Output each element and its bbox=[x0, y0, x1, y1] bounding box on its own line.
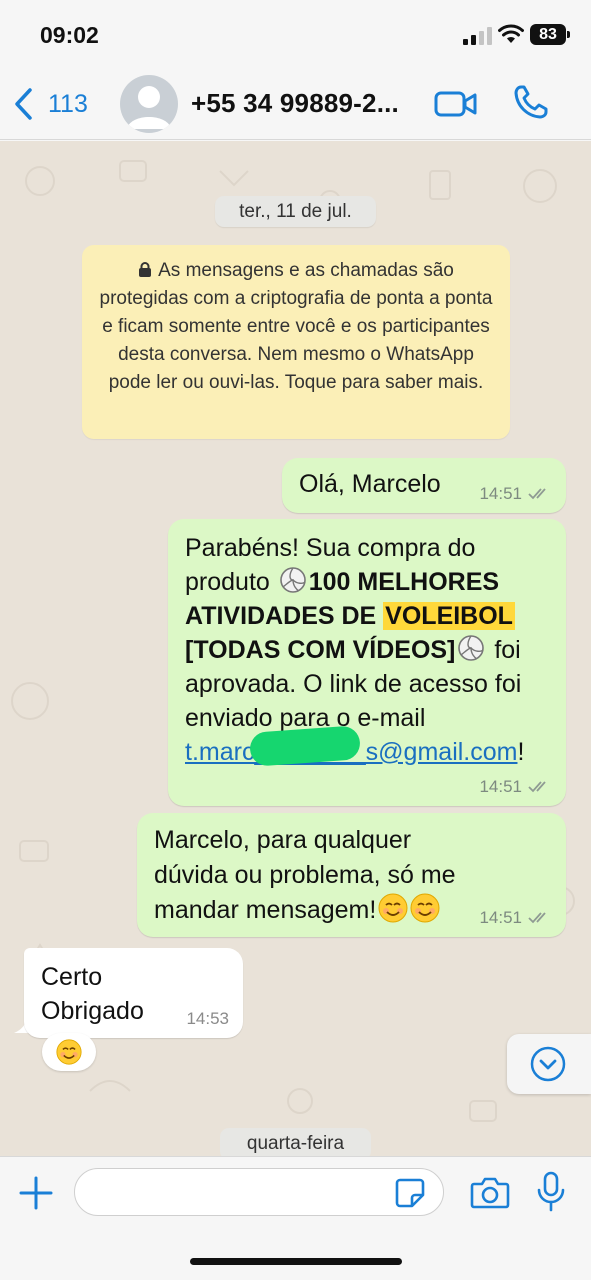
wifi-icon bbox=[498, 24, 524, 43]
phone-icon[interactable] bbox=[513, 84, 549, 120]
message-meta: 14:51 bbox=[479, 777, 552, 797]
battery-indicator: 83 bbox=[530, 24, 570, 45]
volleyball-icon bbox=[279, 567, 306, 593]
clock: 09:02 bbox=[40, 22, 99, 48]
avatar-placeholder-icon bbox=[127, 86, 171, 129]
composer-bar bbox=[0, 1156, 591, 1280]
plus-icon[interactable] bbox=[18, 1175, 54, 1211]
product-name-part: [TODAS COM VÍDEOS] bbox=[185, 636, 456, 664]
message-outgoing[interactable]: Marcelo, para qualquer dúvida ou problem… bbox=[137, 813, 566, 937]
message-meta: 14:51 bbox=[479, 484, 552, 504]
microphone-icon[interactable] bbox=[535, 1171, 567, 1213]
message-time: 14:51 bbox=[479, 908, 522, 927]
message-input[interactable] bbox=[74, 1168, 444, 1216]
message-time: 14:51 bbox=[479, 484, 522, 503]
camera-icon[interactable] bbox=[470, 1175, 510, 1209]
encryption-notice-text: As mensagens e as chamadas são protegida… bbox=[99, 260, 493, 393]
double-check-icon bbox=[528, 781, 546, 793]
scroll-to-bottom-button[interactable] bbox=[507, 1034, 591, 1094]
chat-area[interactable]: ter., 11 de jul. As mensagens e as chama… bbox=[0, 141, 591, 1156]
double-check-icon bbox=[528, 488, 546, 500]
double-check-icon bbox=[528, 912, 546, 924]
date-label: ter., 11 de jul. bbox=[215, 196, 376, 227]
message-outgoing[interactable]: Olá, Marcelo 14:51 bbox=[282, 458, 566, 513]
message-outgoing[interactable]: Parabéns! Sua compra do produto 100 MELH… bbox=[168, 519, 566, 806]
message-time: 14:53 bbox=[186, 1009, 229, 1028]
home-indicator bbox=[190, 1258, 402, 1265]
unread-count: 113 bbox=[48, 89, 88, 118]
message-meta: 14:51 bbox=[479, 908, 552, 928]
message-text: Marcelo, para qualquer dúvida ou problem… bbox=[154, 823, 484, 928]
message-incoming[interactable]: Certo Obrigado 14:53 bbox=[24, 948, 243, 1038]
contact-name[interactable]: +55 34 99889-2... bbox=[191, 88, 399, 119]
video-call-icon[interactable] bbox=[434, 90, 478, 118]
message-time: 14:51 bbox=[479, 777, 522, 796]
message-meta: 14:53 bbox=[186, 1009, 229, 1029]
smiling-face-emoji-icon bbox=[56, 1039, 82, 1065]
message-text-part: ! bbox=[517, 738, 525, 766]
status-bar: 09:02 83 bbox=[0, 0, 591, 70]
back-button[interactable]: 113 bbox=[12, 84, 88, 124]
message-reaction[interactable] bbox=[42, 1033, 96, 1071]
message-text: Certo Obrigado bbox=[41, 963, 144, 1025]
avatar[interactable] bbox=[120, 75, 178, 133]
chat-header: 113 +55 34 99889-2... bbox=[0, 70, 591, 140]
encryption-notice[interactable]: As mensagens e as chamadas são protegida… bbox=[82, 245, 510, 439]
sticker-icon[interactable] bbox=[394, 1177, 426, 1209]
smiling-face-emoji-icon bbox=[378, 893, 408, 923]
day-label: quarta-feira bbox=[220, 1128, 371, 1156]
chevron-down-circle-icon bbox=[530, 1046, 566, 1082]
message-text: Olá, Marcelo bbox=[299, 470, 441, 498]
volleyball-icon bbox=[458, 635, 485, 661]
chevron-left-icon bbox=[15, 88, 32, 120]
lock-icon bbox=[139, 262, 152, 277]
smiling-face-emoji-icon bbox=[410, 893, 440, 923]
signal-icon bbox=[463, 27, 492, 45]
highlighted-word: VOLEIBOL bbox=[383, 602, 515, 630]
message-text: Parabéns! Sua compra do produto 100 MELH… bbox=[185, 531, 555, 769]
